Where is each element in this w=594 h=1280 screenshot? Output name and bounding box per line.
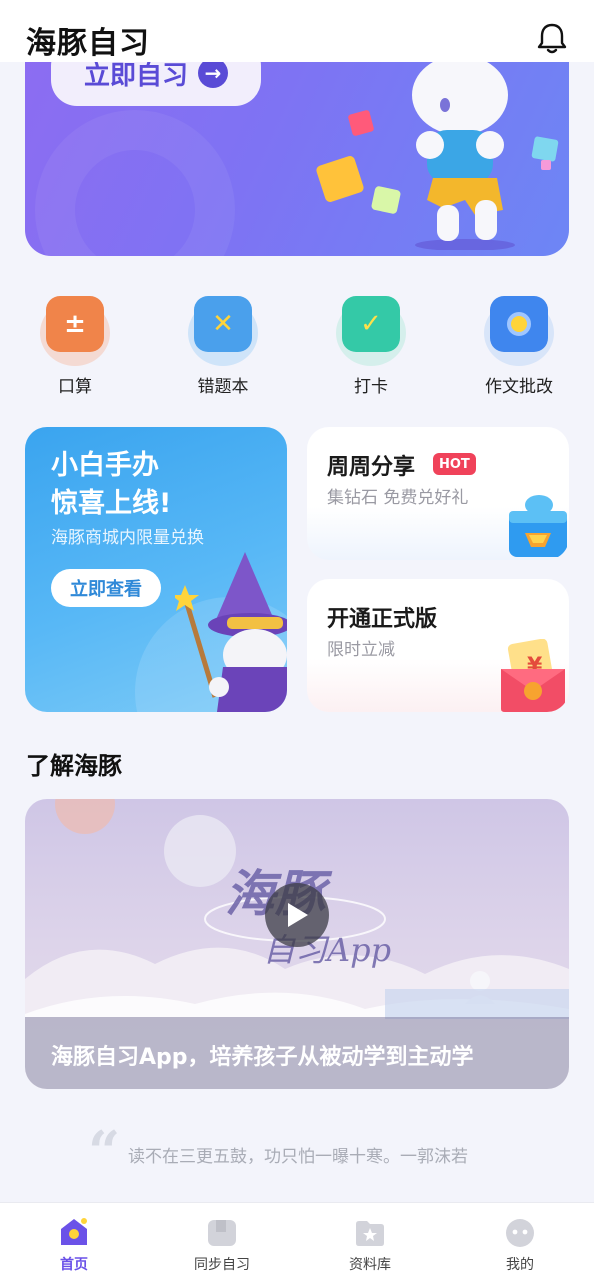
calculator-icon: ± xyxy=(38,292,112,366)
nav-item-sync-study[interactable]: 同步自习 xyxy=(172,1215,272,1274)
checkin-calendar-icon: ✓ xyxy=(334,292,408,366)
promo-title-line1: 小白手办 xyxy=(51,450,159,481)
nav-item-home[interactable]: 首页 xyxy=(24,1215,124,1274)
nav-label: 资料库 xyxy=(349,1257,391,1273)
card-subtitle: 限时立减 xyxy=(327,640,395,660)
camera-icon xyxy=(482,292,556,366)
quote-text: 读不在三更五鼓，功只怕一曝十寒。一郭沫若 xyxy=(128,1147,468,1167)
promo-title: 小白手办 惊喜上线! xyxy=(51,447,171,523)
bell-icon[interactable] xyxy=(534,20,570,56)
gift-icon xyxy=(509,495,567,557)
play-icon xyxy=(288,903,308,927)
video-caption: 海豚自习App，培养孩子从被动学到主动学 xyxy=(51,1045,474,1070)
quick-label: 错题本 xyxy=(197,377,249,397)
nav-label: 我的 xyxy=(506,1257,534,1273)
weekly-share-card[interactable]: 周周分享 HOT 集钻石 免费兑好礼 xyxy=(307,427,569,560)
card-subtitle: 集钻石 免费兑好礼 xyxy=(327,488,469,508)
quote-mark-icon: “ xyxy=(88,1119,121,1185)
promo-title-line2: 惊喜上线! xyxy=(51,488,172,519)
arrow-right-icon: → xyxy=(198,58,228,88)
play-button[interactable] xyxy=(265,883,329,947)
section-title-about: 了解海豚 xyxy=(26,752,122,780)
card-title: 开通正式版 xyxy=(327,607,438,632)
book-icon xyxy=(205,1215,239,1249)
nav-item-library[interactable]: 资料库 xyxy=(320,1215,420,1274)
card-title: 周周分享 xyxy=(327,455,416,480)
nav-item-mine[interactable]: 我的 xyxy=(470,1215,570,1274)
quick-item-wrong-book[interactable]: ✕ 错题本 xyxy=(168,292,278,397)
wizard-mascot-illustration xyxy=(175,552,287,712)
wrong-book-icon: ✕ xyxy=(186,292,260,366)
intro-video[interactable]: 海豚 自习App 海豚自习App，培养孩子从被动学到主动学 xyxy=(25,799,569,1089)
hero-decoration xyxy=(35,110,235,256)
view-now-button[interactable]: 立即查看 xyxy=(51,569,161,607)
top-bar: 海豚自习 xyxy=(0,0,594,62)
quick-label: 作文批改 xyxy=(485,377,553,397)
app-title: 海豚自习 xyxy=(26,26,150,61)
quick-item-essay-review[interactable]: 作文批改 xyxy=(464,292,574,397)
mascot-illustration xyxy=(316,55,559,250)
profile-icon xyxy=(503,1215,537,1249)
folder-star-icon xyxy=(353,1215,387,1249)
promo-subtitle: 海豚商城内限量兑换 xyxy=(51,528,204,548)
home-icon xyxy=(57,1215,91,1249)
bottom-nav: 首页 同步自习 资料库 我的 xyxy=(0,1202,594,1280)
nav-label: 同步自习 xyxy=(194,1257,250,1273)
nav-label: 首页 xyxy=(60,1257,88,1273)
quick-item-mental-math[interactable]: ± 口算 xyxy=(20,292,130,397)
quick-item-checkin[interactable]: ✓ 打卡 xyxy=(316,292,426,397)
upgrade-card[interactable]: 开通正式版 限时立减 ¥ xyxy=(307,579,569,712)
figure-promo-card[interactable]: 小白手办 惊喜上线! 海豚商城内限量兑换 立即查看 xyxy=(25,427,287,712)
quick-label: 口算 xyxy=(58,377,92,397)
quick-label: 打卡 xyxy=(354,377,388,397)
hot-badge: HOT xyxy=(433,453,476,475)
quick-actions: ± 口算 ✕ 错题本 ✓ 打卡 作文批改 xyxy=(0,292,594,402)
red-envelope-icon: ¥ xyxy=(501,639,565,712)
